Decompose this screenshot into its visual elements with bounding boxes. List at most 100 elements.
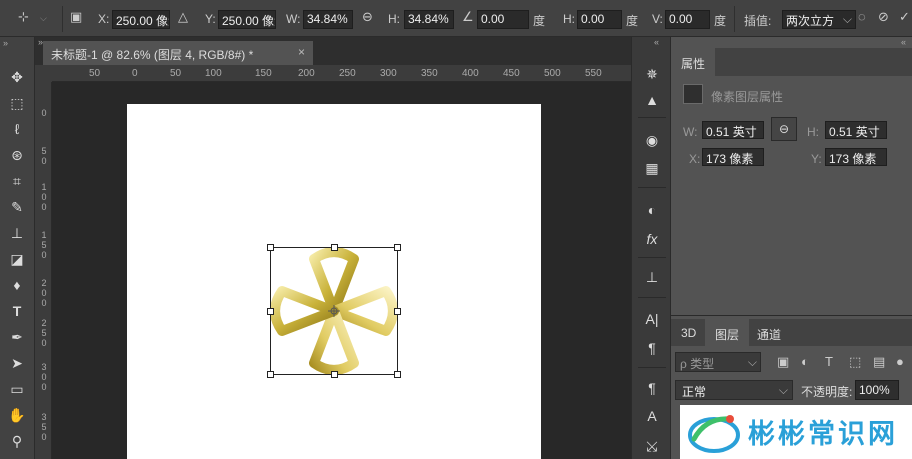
ruler-label: 0	[41, 108, 47, 118]
brush-tool-icon[interactable]: ✎	[4, 196, 30, 218]
transform-handle[interactable]	[394, 308, 401, 315]
filter-smart-object-icon[interactable]: ▤	[873, 354, 885, 370]
transform-handle[interactable]	[394, 244, 401, 251]
swatches-icon[interactable]: ▦	[640, 157, 664, 179]
filter-shape-icon[interactable]: ⬚	[849, 354, 861, 370]
collapse-icon[interactable]: «	[654, 37, 659, 47]
blend-mode-select[interactable]: 正常 ⌵	[675, 380, 793, 400]
watermark-logo-icon	[688, 415, 740, 453]
panel-icon-dock: « ✵ ▲ ◉ ▦ ◐ fx ⊥ A| ¶ ¶ A ⤩	[631, 37, 671, 459]
tab-layers[interactable]: 图层	[705, 319, 750, 347]
ruler-vertical[interactable]: 0 5 0 1 0 0 1 5 0 2 0 0 2 5 0 3 0 0 3 5 …	[35, 82, 52, 459]
hand-tool-icon[interactable]: ✋	[4, 404, 30, 426]
x-field[interactable]: 173 像素	[702, 148, 764, 166]
link-icon[interactable]: ⊖	[771, 117, 797, 141]
y-position-field[interactable]: 250.00 像素	[218, 10, 276, 29]
link-icon[interactable]: ⊖	[362, 9, 373, 25]
filter-adjustment-icon[interactable]: ◐	[801, 354, 809, 369]
transform-handle[interactable]	[267, 308, 274, 315]
vskew-field[interactable]: 0.00	[665, 10, 710, 29]
divider	[638, 257, 666, 258]
y-label: Y:	[811, 152, 822, 166]
height-field[interactable]: 0.51 英寸	[825, 121, 887, 139]
width-field[interactable]: 0.51 英寸	[702, 121, 764, 139]
move-transform-icon[interactable]: ⊹	[18, 9, 29, 25]
zoom-tool-icon[interactable]: ⚲	[4, 430, 30, 452]
transform-handle[interactable]	[267, 371, 274, 378]
cancel-transform-icon[interactable]: ⊘	[878, 9, 889, 25]
ruler-label: 300	[380, 68, 397, 79]
transform-bounding-box[interactable]	[267, 244, 401, 378]
character-icon[interactable]: A|	[640, 308, 664, 330]
delta-icon[interactable]: △	[178, 9, 188, 25]
paragraph-icon[interactable]: ¶	[640, 337, 664, 359]
filter-type-icon[interactable]: T	[825, 354, 833, 369]
collapse-icon[interactable]: «	[901, 37, 906, 47]
tab-channels[interactable]: 通道	[747, 319, 791, 347]
commit-transform-icon[interactable]: ✓	[899, 9, 910, 25]
properties-subtitle: 像素图层属性	[711, 90, 784, 104]
rotate-field[interactable]: 0.00	[477, 10, 529, 29]
crop-tool-icon[interactable]: ⌗	[4, 170, 30, 192]
tab-3d[interactable]: 3D	[671, 319, 706, 347]
transform-handle[interactable]	[331, 371, 338, 378]
fx-styles-icon[interactable]: fx	[640, 228, 664, 250]
ruler-label: 50	[89, 68, 101, 79]
ruler-label: 1 5 0	[41, 230, 47, 260]
y-field[interactable]: 173 像素	[825, 148, 887, 166]
color-palette-icon[interactable]: ◉	[640, 129, 664, 151]
ruler-label: 3 0 0	[41, 362, 47, 392]
move-tool-icon[interactable]: ✥	[4, 66, 30, 88]
x-label: X:	[689, 152, 701, 166]
ruler-horizontal[interactable]: 50 0 50 100 150 200 250 300 350 400 450 …	[52, 65, 631, 82]
histogram-icon[interactable]: ▲	[640, 89, 664, 111]
adjustments-icon[interactable]: ◐	[640, 199, 664, 221]
ruler-label: 250	[339, 68, 356, 79]
character-styles-icon[interactable]: A	[640, 405, 664, 427]
close-icon[interactable]: ×	[298, 45, 305, 59]
transform-handle[interactable]	[394, 371, 401, 378]
watermark-text: 彬彬常识网	[748, 419, 898, 450]
eraser-tool-icon[interactable]: ◪	[4, 248, 30, 270]
document-tab[interactable]: 未标题-1 @ 82.6% (图层 4, RGB/8#) * ×	[43, 41, 313, 65]
x-position-field[interactable]: 250.00 像素	[112, 10, 170, 29]
layer-filter-value: ρ 类型	[680, 357, 715, 371]
ruler-label: 100	[205, 68, 222, 79]
tool-presets-icon[interactable]: ⤩	[640, 435, 664, 457]
ruler-label: 3 5 0	[41, 412, 47, 442]
properties-panel: « 属性 像素图层属性 W: 0.51 英寸 ⊖ H: 0.51 英寸 X: 1…	[671, 37, 912, 315]
paint-bucket-tool-icon[interactable]: ♦	[4, 274, 30, 296]
transform-handle[interactable]	[267, 244, 274, 251]
stamp-tool-icon[interactable]: ⊥	[4, 222, 30, 244]
chevron-down-icon: ⌵	[778, 383, 788, 397]
shape-tool-icon[interactable]: ▭	[4, 378, 30, 400]
layer-filter-select[interactable]: ρ 类型 ⌵	[675, 352, 761, 372]
reference-point-icon[interactable]: ▣	[70, 9, 82, 25]
navigator-icon[interactable]: ✵	[640, 63, 664, 85]
interpolation-select[interactable]: 两次立方 ⌵	[782, 10, 856, 29]
pen-tool-icon[interactable]: ✒	[4, 326, 30, 348]
width-percent-field[interactable]: 34.84%	[303, 10, 353, 29]
paragraph-styles-icon[interactable]: ¶	[640, 377, 664, 399]
ruler-label: 5 0	[41, 146, 47, 166]
filter-pixel-icon[interactable]: ▣	[777, 354, 789, 370]
lasso-tool-icon[interactable]: ℓ	[4, 118, 30, 140]
chevron-down-icon: ⌵	[842, 12, 852, 26]
hskew-field[interactable]: 0.00	[577, 10, 622, 29]
type-tool-icon[interactable]: T	[4, 300, 30, 322]
marquee-tool-icon[interactable]: ⬚	[4, 92, 30, 114]
vskew-unit: 度	[714, 14, 727, 28]
collapse-icon[interactable]: »	[3, 38, 8, 48]
chevron-down-icon[interactable]: ⌵	[40, 13, 47, 24]
height-percent-field[interactable]: 34.84%	[404, 10, 454, 29]
tab-properties[interactable]: 属性	[671, 48, 716, 76]
warp-icon[interactable]: ◌	[858, 9, 866, 24]
quick-select-tool-icon[interactable]: ⊛	[4, 144, 30, 166]
opacity-field[interactable]: 100%	[855, 380, 899, 400]
transform-handle[interactable]	[331, 244, 338, 251]
properties-tabs: 属性	[671, 48, 912, 76]
clone-source-icon[interactable]: ⊥	[640, 266, 664, 288]
path-select-tool-icon[interactable]: ➤	[4, 352, 30, 374]
filter-toggle-icon[interactable]: ●	[896, 354, 904, 369]
w-label: W:	[286, 12, 301, 26]
